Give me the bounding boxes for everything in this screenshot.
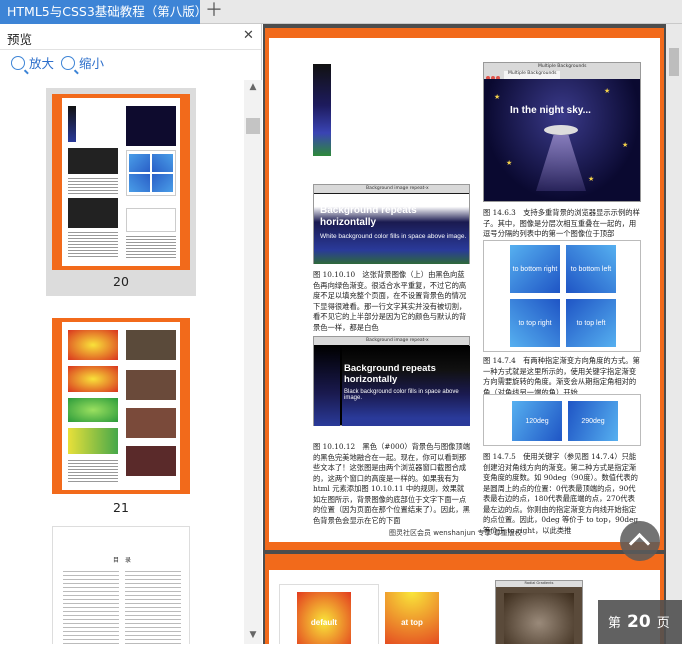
back-to-top-button[interactable] [620, 521, 660, 561]
preview-sidebar: 预览 ✕ 放大 缩小 20 21 目 录 ▲ ▼ [0, 24, 262, 644]
thumbnail-image [52, 318, 190, 494]
gradient-box: to bottom right [510, 245, 560, 293]
gradient-strip-image [313, 64, 331, 156]
toc-title: 目 录 [112, 557, 131, 564]
page-suffix: 页 [656, 616, 670, 631]
figure-caption: 图 14.6.3 支持多重背景的浏览器显示示例的样子。其中，图像是分层次相互重叠… [483, 208, 640, 238]
thumbnail-label: 21 [113, 500, 129, 515]
page-footer: 图灵社区会员 wenshanjun 专享 尊重版权 [389, 529, 522, 537]
figure-gradient-keywords: to bottom right to bottom left to top ri… [483, 240, 641, 352]
thumbnail-page-21[interactable]: 21 [46, 316, 196, 516]
scroll-up-icon[interactable]: ▲ [244, 82, 262, 92]
tab-title: HTML5与CSS3基础教程（第八版） [7, 4, 200, 19]
figure-heading: Background repeats horizontally [320, 205, 417, 228]
gradient-box: at top [385, 592, 439, 644]
zoom-out-icon [61, 56, 75, 70]
thumbnail-page-20[interactable]: 20 [46, 88, 196, 296]
figure-caption: 图 14.7.4 有两种指定渐变方向角度的方式。第一种方式就是这里所示的，使用关… [483, 356, 640, 397]
figure-caption: 图 14.7.5 使用关键字（参见图 14.7.4）只能创建沿对角线方向的渐变。… [483, 452, 639, 535]
gradient-box: 120deg [512, 401, 562, 441]
window-title: Radial Gradients [496, 581, 582, 587]
figure-heading: In the night sky... [510, 105, 591, 116]
gradient-box: 290deg [568, 401, 618, 441]
window-tab: Multiple Backgrounds [504, 71, 560, 79]
page-number: 20 [627, 612, 651, 632]
close-icon[interactable]: ✕ [243, 28, 254, 43]
sidebar-scrollbar[interactable]: ▲ ▼ [244, 80, 262, 644]
document-tab[interactable]: HTML5与CSS3基础教程（第八版） [0, 0, 200, 24]
page-prefix: 第 [608, 616, 622, 631]
scroll-down-icon[interactable]: ▼ [244, 630, 262, 640]
thumbnail-list: 20 21 目 录 [0, 80, 244, 644]
figure-night-sky: Multiple Backgrounds Multiple Background… [483, 62, 641, 202]
viewer-scrollbar[interactable] [666, 24, 682, 644]
tab-bar: HTML5与CSS3基础教程（第八版） ＋ [0, 0, 682, 24]
zoom-out-label: 缩小 [79, 56, 105, 71]
window-title: Background image repeat-x [366, 338, 429, 343]
sidebar-title: 预览 [7, 32, 33, 47]
figure-caption: 图 10.10.12 黑色（#000）背景色与图像顶端的黑色完美地融合在一起。现… [313, 442, 471, 525]
figure-heading: Background repeats horizontally [344, 363, 436, 385]
gradient-box: to top right [510, 299, 560, 347]
thumbnail-page-toc[interactable]: 目 录 [52, 526, 190, 644]
figure-subtext: White background color fills in space ab… [320, 233, 467, 240]
figure-caption: 图 10.10.10 这张背景图像（上）由黑色向蓝色再向绿色渐变。很适合水平重复… [313, 270, 467, 332]
sidebar-header: 预览 ✕ [0, 24, 261, 50]
zoom-out-button[interactable]: 缩小 [61, 54, 104, 74]
gradient-box: to bottom left [566, 245, 616, 293]
document-viewer[interactable]: Background image repeat-x Background rep… [263, 24, 682, 644]
zoom-in-button[interactable]: 放大 [11, 54, 54, 74]
zoom-in-label: 放大 [29, 56, 55, 71]
page-20: Background image repeat-x Background rep… [265, 28, 664, 550]
figure-repeat-black: Background image repeat-x Background rep… [313, 336, 470, 426]
sidebar-scroll-thumb[interactable] [246, 118, 260, 134]
zoom-controls: 放大 缩小 [0, 51, 262, 77]
figure-gradient-degrees: 120deg 290deg [483, 394, 641, 446]
thumbnail-image [52, 94, 190, 270]
window-title: Multiple Backgrounds [538, 64, 587, 69]
gradient-box: default [297, 592, 351, 644]
viewer-scroll-thumb[interactable] [669, 48, 679, 76]
figure-repeat-white: Background image repeat-x Background rep… [313, 184, 470, 264]
page-content: Background image repeat-x Background rep… [269, 38, 660, 542]
zoom-in-icon [11, 56, 25, 70]
figure-subtext: Black background color fills in space ab… [344, 389, 459, 401]
window-title: Background image repeat-x [366, 186, 429, 191]
gradient-box: to top left [566, 299, 616, 347]
thumbnail-label: 20 [113, 274, 129, 289]
page-indicator: 第 20 页 [598, 600, 682, 644]
new-tab-icon[interactable]: ＋ [204, 0, 224, 24]
